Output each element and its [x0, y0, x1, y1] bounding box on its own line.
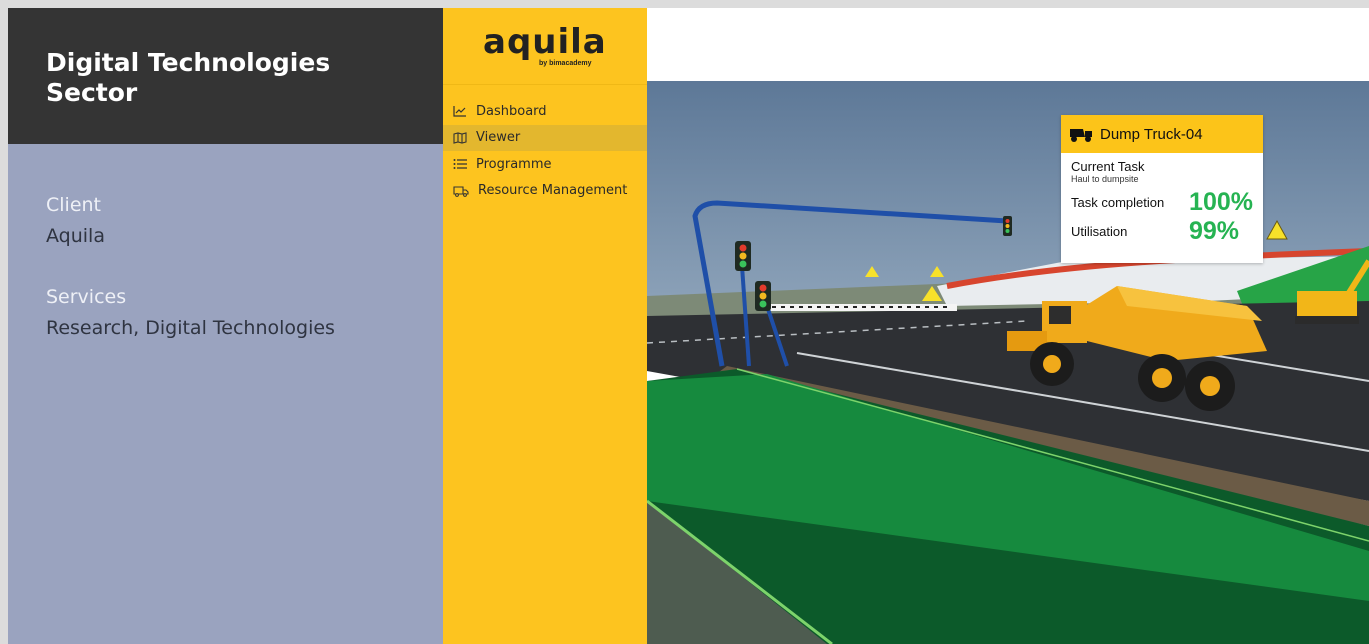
task-completion-row: Task completion 100%	[1071, 188, 1253, 217]
nav-item-resource-management[interactable]: Resource Management	[443, 178, 647, 205]
project-info-panel: Digital Technologies Sector Client Aquil…	[8, 8, 443, 644]
client-label: Client	[46, 194, 102, 216]
utilisation-label: Utilisation	[1071, 224, 1128, 239]
logo-wordmark: aquila	[483, 22, 607, 62]
logo-byline: by bimacademy	[539, 60, 592, 67]
app-screenshot: aquila by bimacademy Dashboard Viewer Pr…	[443, 8, 1369, 644]
project-header: Digital Technologies Sector	[8, 8, 443, 144]
truck-icon	[453, 186, 469, 197]
nav-item-viewer[interactable]: Viewer	[443, 124, 647, 151]
task-completion-value: 100%	[1189, 188, 1253, 216]
nav-item-programme[interactable]: Programme	[443, 151, 647, 178]
nav-label: Resource Management	[478, 183, 628, 199]
resource-info-card: Dump Truck-04 Current Task Haul to dumps…	[1061, 115, 1263, 263]
dump-truck-icon	[1070, 129, 1092, 142]
project-meta: Client Aquila Services Research, Digital…	[8, 144, 443, 344]
nav-label: Dashboard	[476, 103, 547, 119]
services-label: Services	[46, 286, 127, 308]
utilisation-row: Utilisation 99%	[1071, 217, 1253, 246]
nav-item-dashboard[interactable]: Dashboard	[443, 98, 647, 125]
logo[interactable]: aquila by bimacademy	[443, 8, 647, 85]
chart-line-icon	[453, 106, 466, 117]
nav-label: Viewer	[476, 130, 521, 146]
current-task-value: Haul to dumpsite	[1071, 174, 1139, 184]
client-value: Aquila	[46, 225, 105, 247]
project-title: Digital Technologies Sector	[46, 48, 331, 107]
top-bar	[647, 8, 1369, 81]
task-completion-label: Task completion	[1071, 195, 1165, 210]
sidebar-nav: Dashboard Viewer Programme Resource Mana…	[443, 98, 647, 204]
current-task-label: Current Task	[1071, 159, 1145, 174]
nav-label: Programme	[476, 156, 552, 172]
card-body: Current Task Haul to dumpsite Task compl…	[1061, 153, 1263, 252]
utilisation-value: 99%	[1188, 217, 1239, 245]
card-header: Dump Truck-04	[1061, 115, 1263, 153]
services-value: Research, Digital Technologies	[46, 317, 335, 339]
map-icon	[453, 132, 467, 144]
card-title: Dump Truck-04	[1100, 125, 1203, 143]
sidebar: aquila by bimacademy Dashboard Viewer Pr…	[443, 8, 647, 644]
list-icon	[453, 159, 467, 170]
